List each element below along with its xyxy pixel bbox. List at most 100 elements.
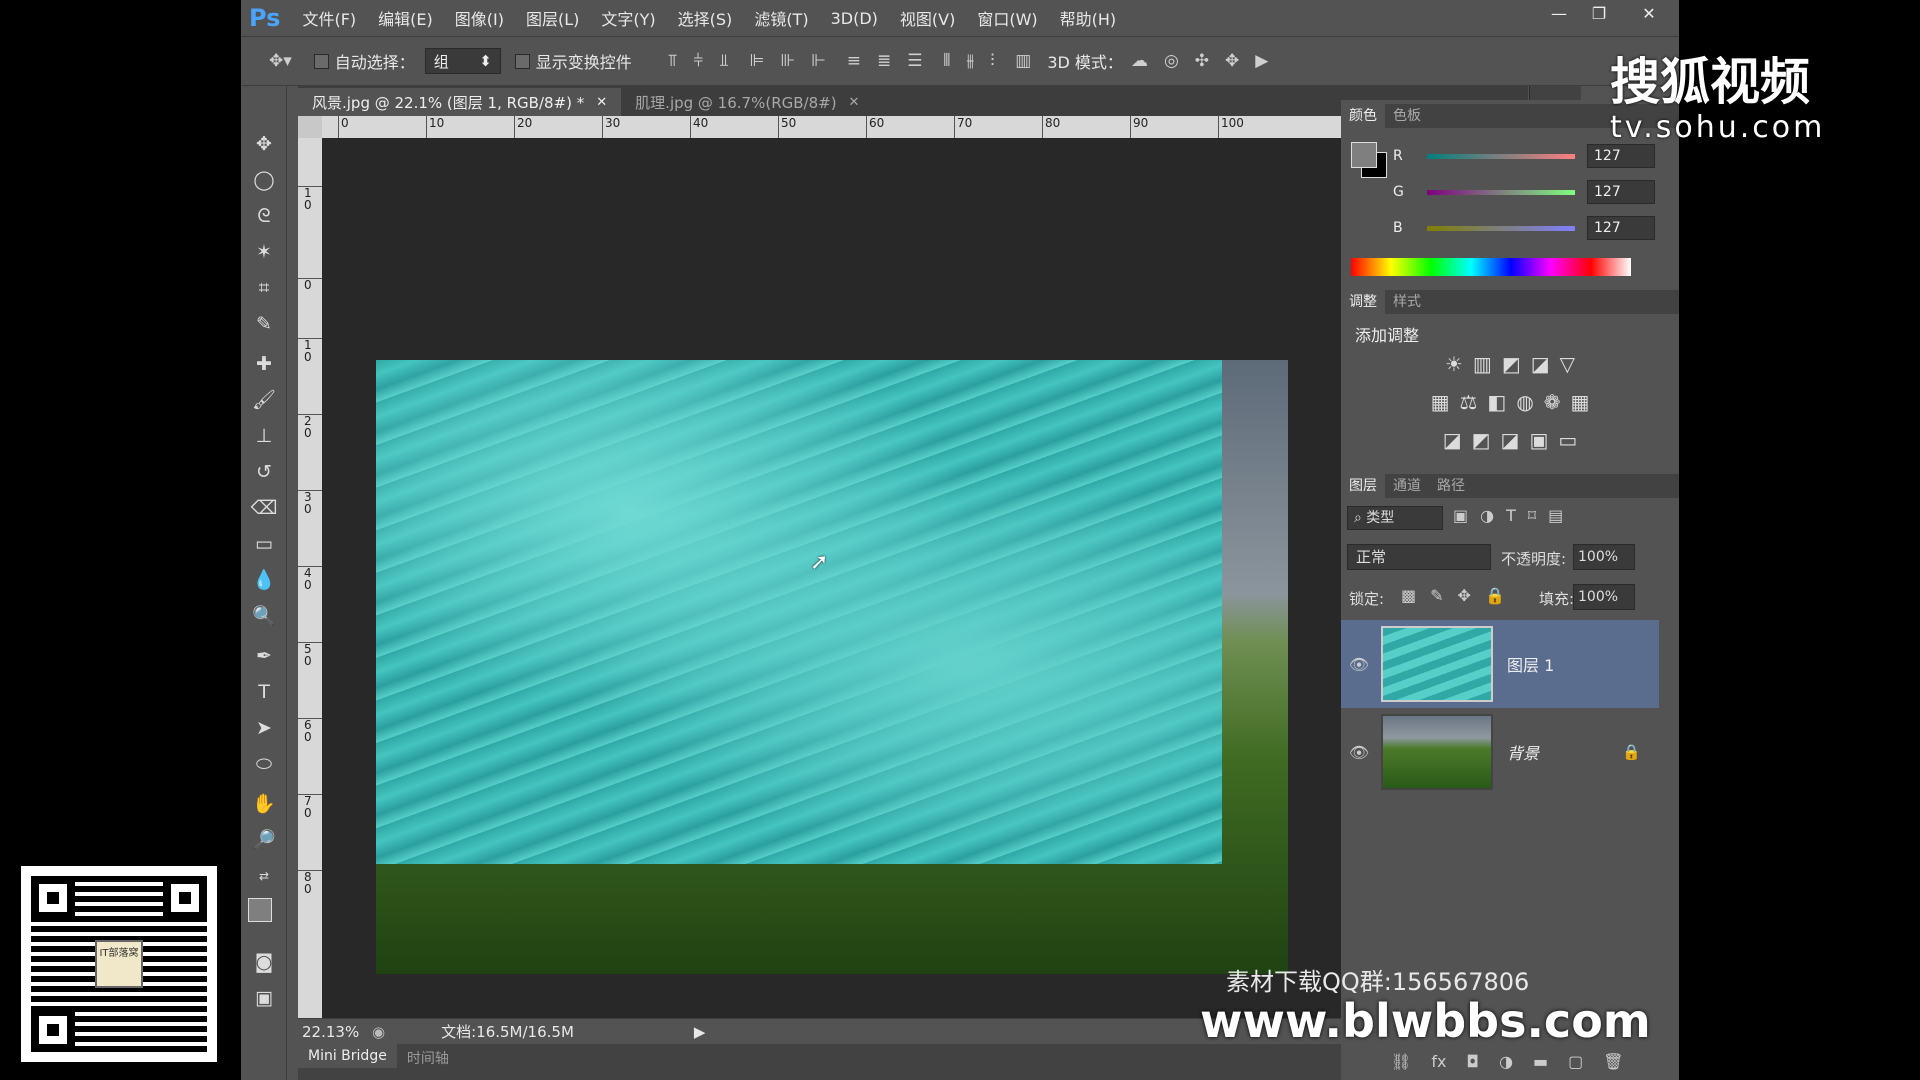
- 3d-roll-icon[interactable]: ◎: [1164, 51, 1179, 71]
- tab-paths[interactable]: 路径: [1429, 474, 1473, 498]
- distribute-left-icon[interactable]: ⫴: [943, 51, 950, 71]
- menu-view[interactable]: 视图(V): [900, 6, 955, 30]
- type-tool-icon[interactable]: T: [249, 678, 279, 706]
- filter-pixel-icon[interactable]: ▣: [1453, 506, 1468, 525]
- distribute-right-icon[interactable]: ⫶: [990, 51, 994, 71]
- lock-all-icon[interactable]: 🔒: [1485, 586, 1505, 605]
- b-value[interactable]: 127: [1587, 216, 1655, 240]
- mask-icon[interactable]: ◘: [1466, 1052, 1479, 1071]
- tab-mini-bridge[interactable]: Mini Bridge: [298, 1044, 397, 1068]
- align-right-icon[interactable]: ⊩: [811, 51, 826, 71]
- dodge-tool-icon[interactable]: 🔍: [249, 602, 279, 630]
- filter-adjust-icon[interactable]: ◑: [1480, 506, 1494, 525]
- move-tool-icon[interactable]: ✥▾: [269, 51, 292, 71]
- blend-mode-dropdown[interactable]: 正常: [1347, 544, 1491, 570]
- color-lookup-icon[interactable]: ▦: [1571, 390, 1590, 414]
- levels-icon[interactable]: ▥: [1473, 352, 1492, 376]
- auto-select-checkbox[interactable]: [313, 53, 329, 69]
- r-track[interactable]: [1427, 153, 1575, 159]
- color-spectrum[interactable]: [1351, 258, 1631, 276]
- 3d-scale-icon[interactable]: ▶: [1255, 51, 1268, 71]
- selective-color-icon[interactable]: ▣: [1529, 428, 1548, 452]
- brush-tool-icon[interactable]: 🖌: [249, 386, 279, 414]
- eraser-tool-icon[interactable]: ⌫: [249, 494, 279, 522]
- doc-info[interactable]: 文档:16.5M/16.5M: [441, 1021, 574, 1042]
- history-brush-tool-icon[interactable]: ↺: [249, 458, 279, 486]
- align-hcenter-icon[interactable]: ⊪: [780, 51, 795, 71]
- gradient-map-icon[interactable]: ▭: [1558, 428, 1577, 452]
- vibrance-icon[interactable]: ▽: [1560, 352, 1575, 376]
- magic-wand-tool-icon[interactable]: ✶: [249, 238, 279, 266]
- path-select-tool-icon[interactable]: ➤: [249, 714, 279, 742]
- layer-row-background[interactable]: 👁 背景 🔒: [1341, 708, 1659, 796]
- tab-swatches[interactable]: 色板: [1385, 104, 1429, 128]
- menu-select[interactable]: 选择(S): [678, 6, 733, 30]
- tab-styles[interactable]: 样式: [1385, 290, 1429, 314]
- quick-mask-icon[interactable]: ◙: [249, 948, 279, 976]
- menu-type[interactable]: 文字(Y): [601, 6, 655, 30]
- adjustment-layer-icon[interactable]: ◑: [1499, 1052, 1513, 1071]
- menu-image[interactable]: 图像(I): [455, 6, 504, 30]
- tab-color[interactable]: 颜色: [1341, 104, 1385, 128]
- lock-position-icon[interactable]: ✥: [1458, 586, 1471, 605]
- bw-icon[interactable]: ◧: [1487, 390, 1506, 414]
- menu-3d[interactable]: 3D(D): [831, 9, 878, 28]
- layer-filter-dropdown[interactable]: ⌕ 类型: [1347, 506, 1443, 530]
- new-layer-icon[interactable]: ▢: [1568, 1052, 1583, 1071]
- posterize-icon[interactable]: ◩: [1472, 428, 1491, 452]
- share-icon[interactable]: ◉: [372, 1023, 385, 1041]
- align-left-icon[interactable]: ⊫: [750, 51, 765, 71]
- vertical-ruler[interactable]: 1 0 0 1 0 2 0 3 0 4 0 5 0 6 0 7 0 8 0: [298, 138, 322, 1018]
- foreground-color-swatch[interactable]: [248, 898, 272, 922]
- tab-layers[interactable]: 图层: [1341, 474, 1385, 498]
- threshold-icon[interactable]: ◪: [1501, 428, 1520, 452]
- arrow-right-icon[interactable]: ▶: [694, 1023, 706, 1041]
- menu-window[interactable]: 窗口(W): [977, 6, 1037, 30]
- link-icon[interactable]: ⛓: [1391, 1052, 1411, 1071]
- distribute-top-icon[interactable]: ≡: [847, 51, 861, 71]
- fill-input[interactable]: 100%: [1573, 584, 1635, 610]
- filter-type-icon[interactable]: T: [1506, 506, 1516, 525]
- eyedropper-tool-icon[interactable]: ✎: [249, 310, 279, 338]
- close-icon[interactable]: ✕: [596, 95, 607, 110]
- menu-file[interactable]: 文件(F): [302, 6, 356, 30]
- photo-filter-icon[interactable]: ◍: [1516, 390, 1533, 414]
- group-icon[interactable]: ▬: [1533, 1052, 1548, 1071]
- show-transform-checkbox[interactable]: [514, 53, 530, 69]
- lock-transparent-icon[interactable]: ▩: [1401, 586, 1416, 605]
- align-vcenter-icon[interactable]: ⫩: [693, 51, 703, 71]
- restore-button[interactable]: ❐: [1579, 0, 1619, 26]
- layer-row-layer1[interactable]: 👁 图层 1: [1341, 620, 1659, 708]
- tab-landscape[interactable]: 风景.jpg @ 22.1% (图层 1, RGB/8#) * ✕: [298, 88, 622, 116]
- crop-tool-icon[interactable]: ⌗: [249, 274, 279, 302]
- g-track[interactable]: [1427, 189, 1575, 195]
- curves-icon[interactable]: ◩: [1502, 352, 1521, 376]
- hue-sat-icon[interactable]: ▦: [1431, 390, 1450, 414]
- 3d-rotate-icon[interactable]: ☁: [1131, 51, 1148, 71]
- marquee-tool-icon[interactable]: ◯: [249, 166, 279, 194]
- menu-layer[interactable]: 图层(L): [526, 6, 579, 30]
- auto-select-dropdown[interactable]: 组 ⬍: [424, 48, 501, 74]
- 3d-slide-icon[interactable]: ✥: [1225, 51, 1239, 71]
- healing-brush-tool-icon[interactable]: ✚: [249, 350, 279, 378]
- eye-icon[interactable]: 👁: [1341, 743, 1377, 762]
- invert-icon[interactable]: ◪: [1443, 428, 1462, 452]
- menu-help[interactable]: 帮助(H): [1060, 6, 1117, 30]
- minimize-button[interactable]: —: [1539, 0, 1579, 26]
- channel-mixer-icon[interactable]: ❁: [1544, 390, 1561, 414]
- distribute-bottom-icon[interactable]: ☰: [907, 51, 922, 71]
- 3d-pan-icon[interactable]: ✣: [1195, 51, 1209, 71]
- tab-channels[interactable]: 通道: [1385, 474, 1429, 498]
- tab-texture[interactable]: 肌理.jpg @ 16.7%(RGB/8#) ✕: [621, 88, 873, 116]
- gradient-tool-icon[interactable]: ▭: [249, 530, 279, 558]
- distribute-hcenter-icon[interactable]: ⫵: [966, 51, 974, 71]
- shape-tool-icon[interactable]: ⬭: [249, 750, 279, 778]
- zoom-level[interactable]: 22.13%: [302, 1023, 359, 1041]
- exposure-icon[interactable]: ◪: [1531, 352, 1550, 376]
- fx-icon[interactable]: fx: [1431, 1052, 1446, 1071]
- lasso-tool-icon[interactable]: ᘓ: [249, 202, 279, 230]
- opacity-input[interactable]: 100%: [1573, 544, 1635, 570]
- b-track[interactable]: [1427, 225, 1575, 231]
- filter-shape-icon[interactable]: ⌑: [1528, 506, 1536, 525]
- trash-icon[interactable]: 🗑: [1603, 1052, 1623, 1071]
